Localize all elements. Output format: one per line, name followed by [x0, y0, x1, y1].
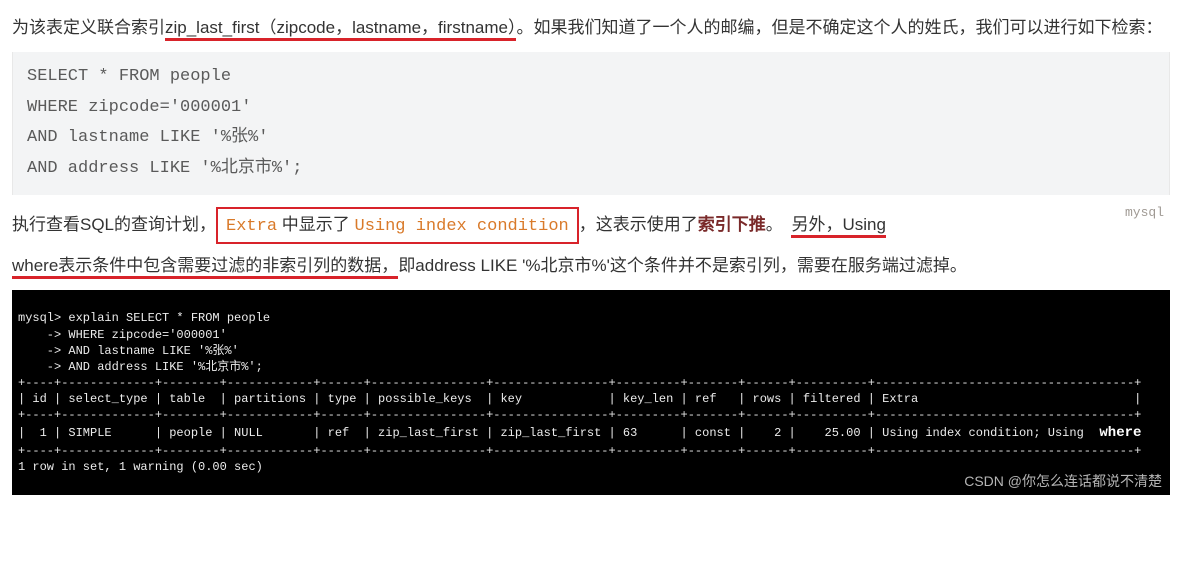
condition-keyword: Using index condition	[355, 217, 569, 236]
para3-rest: 即address LIKE '%北京市%'这个条件并不是索引列，需要在服务端过滤…	[398, 256, 967, 275]
para2-b: ，这表示使用了	[579, 215, 698, 234]
term-cmd: mysql> explain SELECT * FROM people -> W…	[18, 311, 270, 374]
mysql-tag: mysql	[1125, 201, 1164, 226]
para2-c: 。	[766, 215, 783, 234]
term-row-main: | 1 | SIMPLE | people | NULL | ref | zip…	[18, 426, 1091, 440]
csdn-watermark: CSDN @你怎么连话都说不清楚	[964, 472, 1162, 491]
paragraph-2: 执行查看SQL的查询计划，Extra 中显示了 Using index cond…	[12, 207, 1170, 244]
paragraph-3: where表示条件中包含需要过滤的非索引列的数据，即address LIKE '…	[12, 250, 1170, 282]
highlight-box: Extra 中显示了 Using index condition	[216, 207, 579, 244]
paragraph-1: 为该表定义联合索引zip_last_first（zipcode，lastname…	[12, 12, 1170, 44]
extra-keyword: Extra	[226, 217, 277, 236]
para1-post: 。如果我们知道了一个人的邮编，但是不确定这个人的姓氏，我们可以进行如下检索：	[516, 18, 1162, 37]
index-pushdown-term: 索引下推	[698, 215, 766, 234]
term-header: | id | select_type | table | partitions …	[18, 392, 1141, 406]
term-sep3: +----+-------------+--------+-----------…	[18, 444, 1141, 458]
para3-underlined: where表示条件中包含需要过滤的非索引列的数据，	[12, 256, 398, 279]
term-row: | 1 | SIMPLE | people | NULL | ref | zip…	[18, 426, 1150, 440]
where-highlight: where	[1091, 425, 1150, 441]
sql-code-block: SELECT * FROM people WHERE zipcode='0000…	[12, 52, 1170, 194]
term-sep1: +----+-------------+--------+-----------…	[18, 376, 1141, 390]
para2-trail: 另外，Using	[791, 215, 885, 238]
term-sep2: +----+-------------+--------+-----------…	[18, 408, 1141, 422]
index-definition: zip_last_first（zipcode，lastname，firstnam…	[165, 18, 516, 41]
terminal-output: mysql> explain SELECT * FROM people -> W…	[12, 290, 1170, 495]
para1-pre: 为该表定义联合索引	[12, 18, 165, 37]
para2-a: 执行查看SQL的查询计划，	[12, 215, 216, 234]
term-footer: 1 row in set, 1 warning (0.00 sec)	[18, 460, 263, 474]
box-mid: 中显示了	[277, 215, 354, 234]
